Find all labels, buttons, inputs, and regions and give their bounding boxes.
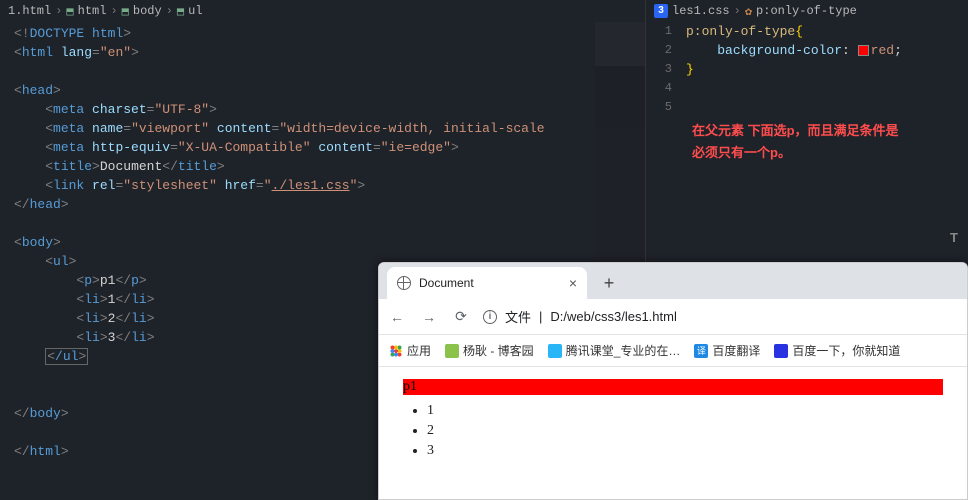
browser-window: Document × + ← → ⟳ i 文件 | D:/web/css3/le… <box>378 262 968 500</box>
breadcrumb[interactable]: 1.html › ⬒ html › ⬒ body › ⬒ ul <box>0 0 645 22</box>
list-item: 1 <box>427 401 943 421</box>
tab-title: Document <box>419 276 474 290</box>
new-tab-button[interactable]: + <box>595 269 623 297</box>
chevron-right-icon: › <box>734 4 741 18</box>
bookmark-item[interactable]: 杨耿 - 博客园 <box>445 342 534 359</box>
chevron-right-icon: › <box>55 4 62 18</box>
breadcrumb-segment[interactable]: html <box>78 4 107 18</box>
addr-scheme: 文件 <box>505 307 531 326</box>
breadcrumb-segment[interactable]: 1.html <box>8 4 51 18</box>
tag-icon: ⬒ <box>122 4 129 19</box>
addr-path: D:/web/css3/les1.html <box>550 309 676 324</box>
favicon <box>548 344 562 358</box>
list-item: 3 <box>427 441 943 461</box>
tab-strip: Document × + <box>379 263 967 299</box>
info-icon[interactable]: i <box>483 310 497 324</box>
chevron-right-icon: › <box>166 4 173 18</box>
breadcrumb-segment[interactable]: body <box>133 4 162 18</box>
minimap[interactable] <box>595 22 645 262</box>
list: 1 2 3 <box>403 401 943 461</box>
color-swatch-icon <box>858 45 869 56</box>
list-item: 2 <box>427 421 943 441</box>
text-cursor-icon: T <box>950 230 962 246</box>
bookmark-item[interactable]: 腾讯课堂_专业的在… <box>548 342 681 359</box>
address-bar[interactable]: i 文件 | D:/web/css3/les1.html <box>483 307 959 326</box>
css-file-icon: 3 <box>654 4 668 18</box>
breadcrumb-segment[interactable]: p:only-of-type <box>756 4 857 18</box>
addr-divider: | <box>539 309 542 324</box>
reload-button[interactable]: ⟳ <box>451 308 471 325</box>
line-gutter: 1 2 3 4 5 <box>646 22 682 117</box>
bookmark-item[interactable]: 译百度翻译 <box>694 342 760 359</box>
back-button[interactable]: ← <box>387 309 407 325</box>
breadcrumb[interactable]: 3 les1.css › ✿ p:only-of-type <box>646 0 968 22</box>
close-tab-button[interactable]: × <box>569 275 577 291</box>
apps-button[interactable]: 应用 <box>389 342 431 359</box>
page-content: p1 1 2 3 <box>379 367 967 473</box>
bookmarks-bar: 应用 杨耿 - 博客园 腾讯课堂_专业的在… 译百度翻译 百度一下，你就知道 <box>379 335 967 367</box>
highlighted-paragraph: p1 <box>403 379 943 395</box>
annotation-note: 在父元素 下面选p，而且满足条件是 必须只有一个p。 <box>692 120 899 164</box>
browser-toolbar: ← → ⟳ i 文件 | D:/web/css3/les1.html <box>379 299 967 335</box>
apps-grid-icon <box>389 344 403 358</box>
favicon <box>774 344 788 358</box>
forward-button[interactable]: → <box>419 309 439 325</box>
tag-icon: ⬒ <box>177 4 184 19</box>
tag-icon: ⬒ <box>66 4 73 19</box>
breadcrumb-segment[interactable]: ul <box>188 4 202 18</box>
code-editor[interactable]: p:only-of-type{ background-color: red; } <box>686 22 902 79</box>
browser-tab[interactable]: Document × <box>387 267 587 299</box>
minimap-viewport[interactable] <box>595 22 645 66</box>
favicon <box>445 344 459 358</box>
selector-icon: ✿ <box>745 4 752 19</box>
chevron-right-icon: › <box>110 4 117 18</box>
breadcrumb-segment[interactable]: les1.css <box>672 4 730 18</box>
bookmark-item[interactable]: 百度一下，你就知道 <box>774 342 900 359</box>
globe-icon <box>397 276 411 290</box>
css-editor-pane: 3 les1.css › ✿ p:only-of-type 1 2 3 4 5 … <box>645 0 968 265</box>
